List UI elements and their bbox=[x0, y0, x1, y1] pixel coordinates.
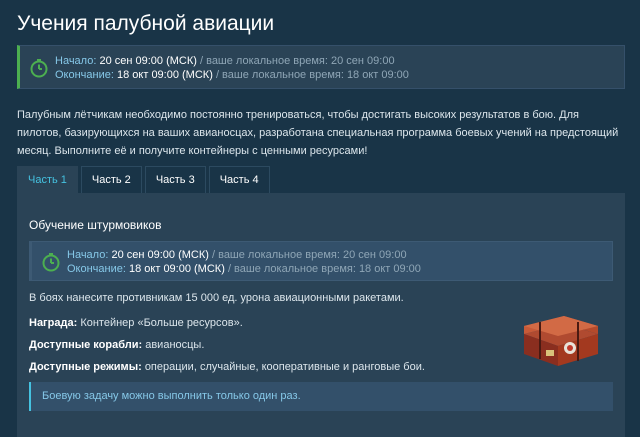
ships-value: авианосцы. bbox=[145, 339, 205, 351]
start-value: 20 сен 09:00 (МСК) bbox=[111, 249, 209, 261]
tab-part-4[interactable]: Часть 4 bbox=[208, 166, 270, 193]
task-text: В боях нанесите противникам 15 000 ед. у… bbox=[29, 292, 404, 304]
ships-row: Доступные корабли: авианосцы. bbox=[29, 339, 204, 351]
reward-value: Контейнер «Больше ресурсов». bbox=[80, 317, 243, 329]
info-note: Боевую задачу можно выполнить только оди… bbox=[29, 382, 613, 411]
stopwatch-icon bbox=[42, 253, 60, 272]
modes-value: операции, случайные, кооперативные и ран… bbox=[144, 361, 425, 373]
part-start-line: Начало: 20 сен 09:00 (МСК) / ваше локаль… bbox=[67, 248, 421, 262]
part-title: Обучение штурмовиков bbox=[29, 218, 162, 232]
tab-part-1[interactable]: Часть 1 bbox=[17, 166, 78, 193]
part-end-line: Окончание: 18 окт 09:00 (МСК) / ваше лок… bbox=[67, 262, 421, 276]
tab-part-2[interactable]: Часть 2 bbox=[80, 166, 142, 193]
event-start-line: Начало: 20 сен 09:00 (МСК) / ваше локаль… bbox=[55, 54, 409, 68]
modes-label: Доступные режимы: bbox=[29, 361, 142, 373]
start-local: / ваше локальное время: 20 сен 09:00 bbox=[211, 249, 407, 261]
start-label: Начало: bbox=[67, 249, 109, 261]
start-label: Начало: bbox=[55, 55, 97, 67]
part-time-box: Начало: 20 сен 09:00 (МСК) / ваше локаль… bbox=[29, 241, 613, 281]
page-title: Учения палубной авиации bbox=[17, 12, 275, 35]
ships-label: Доступные корабли: bbox=[29, 339, 143, 351]
reward-row: Награда: Контейнер «Больше ресурсов». bbox=[29, 317, 243, 329]
tab-panel: Обучение штурмовиков Начало: 20 сен 09:0… bbox=[17, 193, 625, 437]
event-end-line: Окончание: 18 окт 09:00 (МСК) / ваше лок… bbox=[55, 68, 409, 82]
start-local: / ваше локальное время: 20 сен 09:00 bbox=[199, 55, 395, 67]
part-tabs: Часть 1 Часть 2 Часть 3 Часть 4 bbox=[17, 166, 273, 193]
start-value: 20 сен 09:00 (МСК) bbox=[99, 55, 197, 67]
tab-part-3[interactable]: Часть 3 bbox=[144, 166, 206, 193]
end-label: Окончание: bbox=[55, 69, 114, 81]
modes-row: Доступные режимы: операции, случайные, к… bbox=[29, 361, 425, 373]
container-chest-icon bbox=[524, 316, 598, 366]
event-time-box: Начало: 20 сен 09:00 (МСК) / ваше локаль… bbox=[17, 45, 625, 89]
event-description: Палубным лётчикам необходимо постоянно т… bbox=[17, 109, 619, 157]
end-local: / ваше локальное время: 18 окт 09:00 bbox=[215, 69, 409, 81]
end-value: 18 окт 09:00 (МСК) bbox=[117, 69, 213, 81]
reward-label: Награда: bbox=[29, 317, 78, 329]
end-value: 18 окт 09:00 (МСК) bbox=[129, 263, 225, 275]
stopwatch-icon bbox=[30, 59, 48, 78]
end-label: Окончание: bbox=[67, 263, 126, 275]
end-local: / ваше локальное время: 18 окт 09:00 bbox=[227, 263, 421, 275]
